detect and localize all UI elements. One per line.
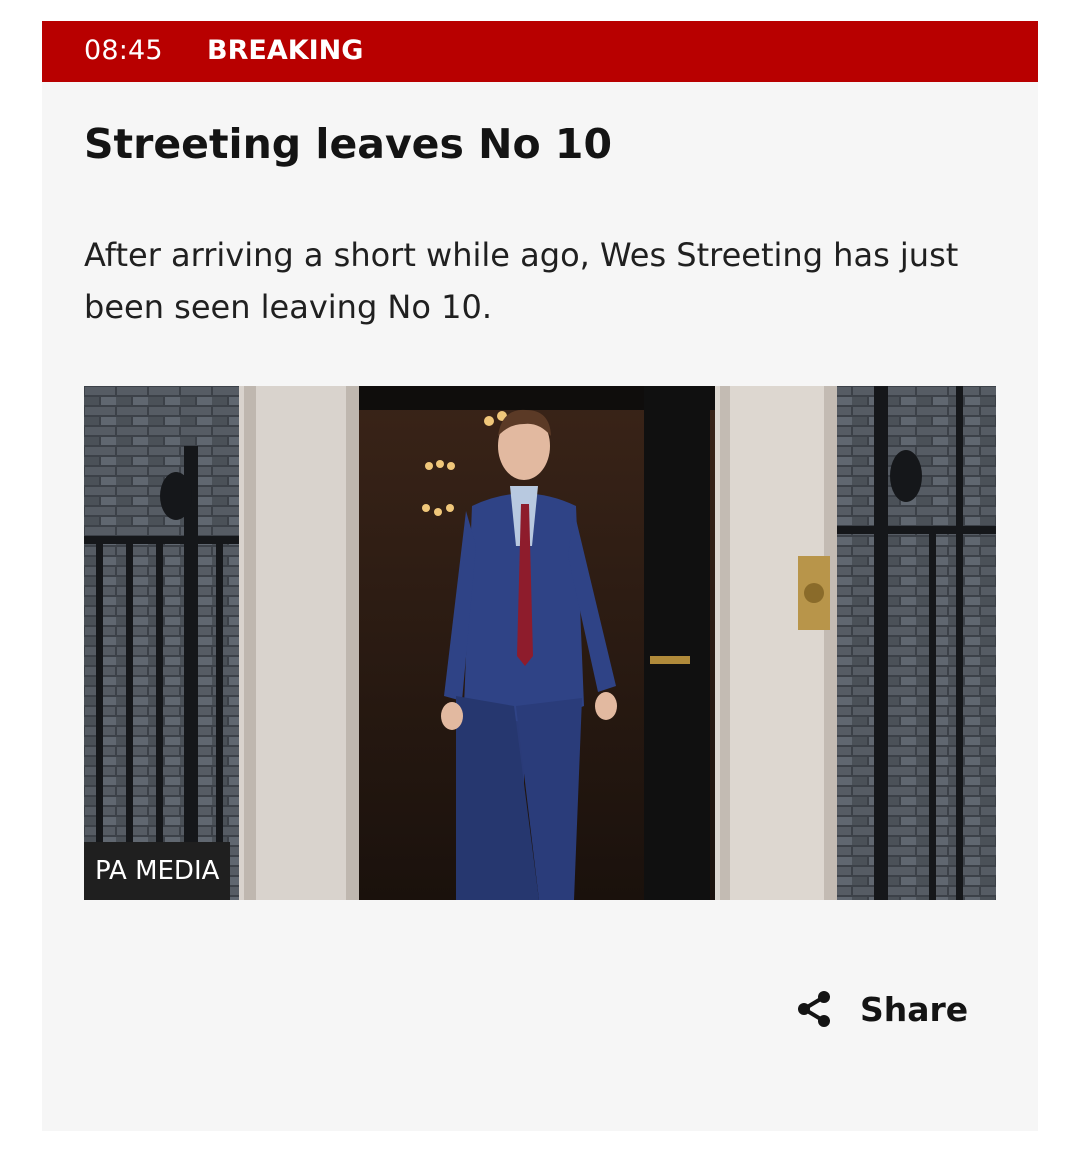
share-icon [798, 991, 830, 1027]
share-button[interactable]: Share [794, 987, 968, 1031]
image-credit: PA MEDIA [84, 842, 231, 900]
breaking-banner: 08:45 BREAKING [42, 21, 1038, 82]
post-photo: PA MEDIA [84, 386, 996, 900]
post-body: After arriving a short while ago, Wes St… [84, 236, 959, 326]
doorway-photo-illustration [84, 386, 996, 900]
post-time: 08:45 [84, 35, 163, 66]
share-label: Share [860, 989, 969, 1029]
post-headline: Streeting leaves No 10 [84, 120, 612, 168]
breaking-label: BREAKING [207, 35, 364, 66]
live-post-card: 08:45 BREAKING Streeting leaves No 10 Af… [42, 21, 1038, 1131]
